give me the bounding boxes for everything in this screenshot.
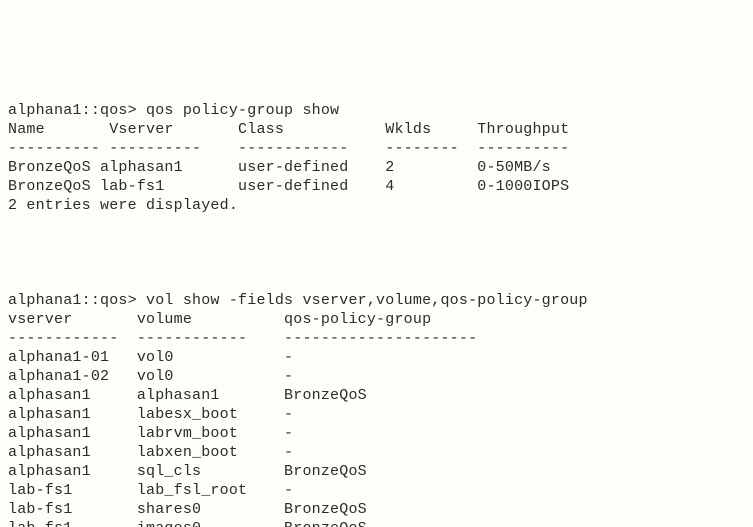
terminal-output: alphana1::qos> qos policy-group show Nam… <box>8 82 753 527</box>
qos-policy-group-block: alphana1::qos> qos policy-group show Nam… <box>8 101 753 215</box>
vol-show-block: alphana1::qos> vol show -fields vserver,… <box>8 291 753 527</box>
blank-gap <box>8 234 753 272</box>
